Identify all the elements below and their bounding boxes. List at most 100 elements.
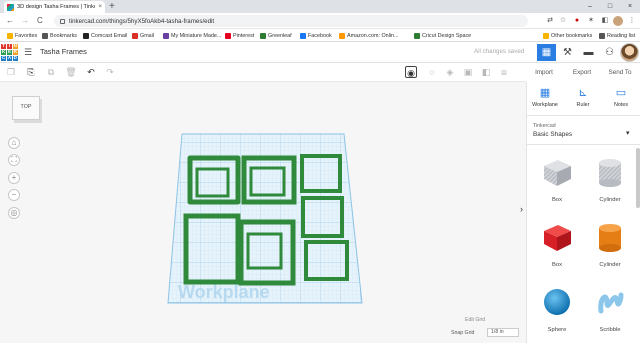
export-button[interactable]: Export xyxy=(564,63,600,82)
puzzle-extensions-icon[interactable]: ◧ xyxy=(600,16,610,26)
reload-button[interactable]: C xyxy=(37,15,43,27)
bookmark-item[interactable]: Pinterest xyxy=(225,29,254,42)
workplane-scene: Workplane xyxy=(167,133,363,304)
lock-icon xyxy=(60,18,65,24)
collapse-panel-chevron-icon[interactable]: › xyxy=(520,204,523,214)
bookmark-item[interactable]: Favorites xyxy=(7,29,37,42)
send-to-button[interactable]: Send To xyxy=(602,63,638,82)
shape-group-icon[interactable]: ◈ xyxy=(444,66,456,78)
camera-view-icon[interactable]: ◉ xyxy=(405,66,417,78)
avatar[interactable] xyxy=(620,43,639,62)
bookmark-item[interactable]: My Miniature Made... xyxy=(163,29,221,42)
tinkercad-favicon-icon xyxy=(7,3,14,11)
folder-icon xyxy=(543,32,549,39)
tab-label: Notes xyxy=(613,102,629,108)
edit-toolbar: ❐ ⎘ ⧉ 🗑 ↶ ↷ ◉ ○ ◈ ▣ ◧ ⧈ xyxy=(0,63,526,82)
tinkercad-logo[interactable]: T I N K E R C A D xyxy=(1,43,18,61)
forward-button[interactable]: → xyxy=(21,15,29,27)
bookmark-item[interactable]: Amazon.com: Onlin... xyxy=(339,29,399,42)
notes-icon: ▭ xyxy=(615,87,627,99)
flip-icon[interactable]: ◧ xyxy=(480,66,492,78)
bookmark-item[interactable]: Gmail xyxy=(132,29,154,42)
logo-letter: A xyxy=(6,55,13,61)
bookmark-star-icon[interactable]: ☆ xyxy=(558,16,568,26)
maximize-button[interactable]: □ xyxy=(600,0,620,13)
sphere-blue-icon xyxy=(544,289,570,315)
tab-ruler[interactable]: ⊾ Ruler xyxy=(567,86,599,108)
shape-cylinder-gray[interactable]: Cylinder xyxy=(585,155,635,203)
undo-icon[interactable]: ↶ xyxy=(85,66,97,78)
shape-sphere[interactable]: Sphere xyxy=(532,285,582,333)
shape-label: Box xyxy=(552,197,562,203)
tab-notes[interactable]: ▭ Notes xyxy=(605,86,637,108)
logo-letter: C xyxy=(1,55,7,61)
facebook-icon xyxy=(300,32,306,39)
url-text: tinkercad.com/things/5hyX5foAkb4-tasha-f… xyxy=(69,17,215,25)
shape-box-red[interactable]: Box xyxy=(532,220,582,268)
extension-icon[interactable]: ✶ xyxy=(586,16,596,26)
box-striped-icon xyxy=(544,160,571,186)
bookmark-item[interactable]: Cricut Design Space xyxy=(414,29,471,42)
workplane-icon: ▦ xyxy=(539,87,551,99)
panel-scrollbar[interactable] xyxy=(636,148,640,208)
shape-scribble[interactable]: Scribble xyxy=(585,285,635,333)
shape-box-gray[interactable]: Box xyxy=(532,155,582,203)
tab-close-button[interactable]: × xyxy=(98,4,102,10)
amazon-icon xyxy=(339,32,345,39)
snap-grid-select[interactable]: 1/8 in xyxy=(487,328,519,337)
bookmark-item[interactable]: Reading list xyxy=(599,29,635,42)
build-hammer-icon[interactable]: ⚒ xyxy=(558,44,577,61)
edit-grid-button[interactable]: Edit Grid xyxy=(465,317,485,323)
shape-cylinder-orange[interactable]: Cylinder xyxy=(585,220,635,268)
pinterest-extension-icon[interactable]: ● xyxy=(572,16,582,26)
profile-icon[interactable] xyxy=(613,16,623,26)
box-red-icon xyxy=(544,225,571,251)
delete-icon[interactable]: 🗑 xyxy=(65,66,77,78)
scribble-icon xyxy=(598,292,624,314)
minimize-button[interactable]: – xyxy=(580,0,600,13)
import-button[interactable]: Import xyxy=(526,63,562,82)
back-button[interactable]: ← xyxy=(6,15,14,27)
close-window-button[interactable]: × xyxy=(620,0,640,13)
pinterest-icon xyxy=(225,32,231,39)
paste-icon[interactable]: ⎘ xyxy=(25,66,37,78)
bookmark-item[interactable]: Comcast Email xyxy=(83,29,127,42)
gmail-icon xyxy=(132,32,138,39)
bookmark-item[interactable]: Greenleaf xyxy=(260,29,292,42)
light-bulb-icon[interactable]: ○ xyxy=(426,66,438,78)
cricut-icon xyxy=(414,32,420,39)
shape-label: Cylinder xyxy=(599,197,621,203)
bookmark-item[interactable]: Other bookmarks xyxy=(543,29,592,42)
align-icon[interactable]: ▣ xyxy=(462,66,474,78)
star-folder-icon xyxy=(7,32,13,39)
design-menu-icon[interactable]: ☰ xyxy=(24,47,32,57)
tab-workplane[interactable]: ▦ Workplane xyxy=(529,86,561,108)
shape-source-select[interactable]: Basic Shapes xyxy=(533,131,572,138)
bricks-icon[interactable]: ▬ xyxy=(579,44,598,61)
add-user-icon[interactable]: ⚇ xyxy=(600,44,619,61)
shape-label: Box xyxy=(552,262,562,268)
group-icon[interactable]: ⧈ xyxy=(498,66,510,78)
bookmarks-bar: Favorites Bookmarks Comcast Email Gmail … xyxy=(0,29,640,42)
translate-icon[interactable]: ⇄ xyxy=(545,16,555,26)
redo-icon[interactable]: ↷ xyxy=(104,66,116,78)
tab-title: 3D design Tasha Frames | Tinke... xyxy=(17,4,96,10)
cylinder-striped-icon xyxy=(599,159,621,187)
3d-view-grid-icon[interactable]: ▦ xyxy=(537,44,556,61)
ruler-icon: ⊾ xyxy=(578,87,588,99)
duplicate-icon[interactable]: ⧉ xyxy=(45,66,57,78)
browser-menu-icon[interactable]: ⋮ xyxy=(627,16,637,26)
greenleaf-icon xyxy=(260,32,266,39)
dropdown-caret-icon[interactable]: ▾ xyxy=(626,129,630,137)
copy-icon[interactable]: ❐ xyxy=(5,66,17,78)
browser-tab-strip: 3D design Tasha Frames | Tinke... × + – … xyxy=(0,0,640,13)
browser-tab[interactable]: 3D design Tasha Frames | Tinke... × xyxy=(4,1,105,13)
url-field[interactable]: tinkercad.com/things/5hyX5foAkb4-tasha-f… xyxy=(54,15,528,27)
snap-grid-label: Snap Grid xyxy=(451,330,475,336)
divider xyxy=(527,144,640,145)
bookmark-item[interactable]: Facebook xyxy=(300,29,332,42)
design-title[interactable]: Tasha Frames xyxy=(40,47,87,56)
bookmark-item[interactable]: Bookmarks xyxy=(42,29,77,42)
new-tab-button[interactable]: + xyxy=(109,0,115,13)
design-canvas[interactable]: TOP ⌂ ⛶ + − ◎ Workplane Edit Grid Snap G… xyxy=(0,82,526,343)
